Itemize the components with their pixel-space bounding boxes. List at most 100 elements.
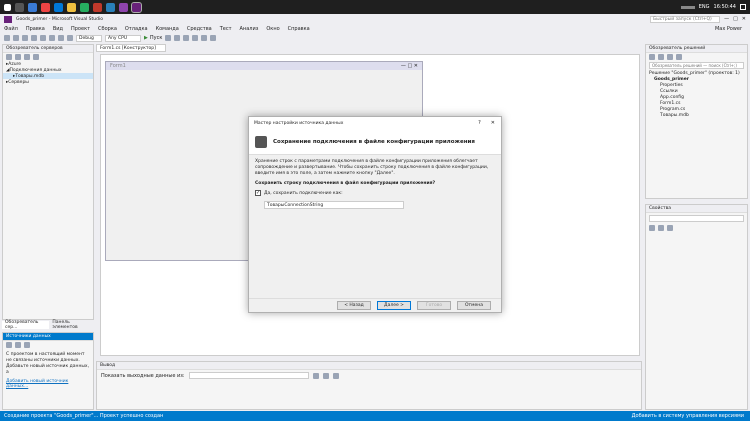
quick-launch-input[interactable]: Быстрый запуск (Ctrl+Q) [650,15,721,23]
user-name[interactable]: Max Power [711,26,750,32]
menu-debug[interactable]: Отладка [121,26,152,32]
refresh-source-icon[interactable] [24,342,30,348]
save-all-icon[interactable] [49,35,55,41]
app-icon[interactable] [93,2,102,12]
source-control-button[interactable]: Добавить в систему управления версиями [632,413,750,419]
explorer-icon[interactable] [67,2,76,12]
menu-bar: Файл Правка Вид Проект Сборка Отладка Ко… [0,24,750,33]
cancel-button[interactable]: Отмена [457,301,491,310]
output-source-select[interactable] [188,372,309,379]
alphabetical-icon[interactable] [658,225,664,231]
menu-project[interactable]: Проект [67,26,94,32]
app2-icon[interactable] [106,2,115,12]
opera-icon[interactable] [41,2,50,12]
data-sources-title: Источники данных [3,333,93,341]
connection-name-input[interactable]: ТоварыConnectionString [264,201,404,209]
back-button[interactable]: < Назад [337,301,371,310]
forward-nav-icon[interactable] [13,35,19,41]
solution-search-input[interactable]: Обозреватель решений — поиск (Ctrl+;) [649,62,744,69]
lang-indicator[interactable]: ENG [699,4,710,10]
store-icon[interactable] [80,2,89,12]
properties-view-icon[interactable] [667,225,673,231]
close-button[interactable]: ✕ [742,16,746,22]
status-bar: Создание проекта "Goods_primer"... Проек… [0,411,750,421]
output-title: Вывод [97,362,641,370]
menu-analyze[interactable]: Анализ [236,26,263,32]
connect-server-icon[interactable] [33,54,39,60]
save-icon[interactable] [40,35,46,41]
checkbox-icon[interactable]: ✓ [255,190,261,196]
menu-window[interactable]: Окно [262,26,283,32]
properties-panel: Свойства [645,204,748,410]
tool-icon-2[interactable] [174,35,181,41]
goods-mdb-item[interactable]: Товары.mdb [646,112,747,118]
tab-toolbox[interactable]: Панель элементов [49,320,94,330]
menu-test[interactable]: Тест [216,26,236,32]
action-center-icon[interactable] [740,4,746,10]
tool-icon-5[interactable] [201,35,208,41]
edge-icon[interactable] [54,2,63,12]
back-nav-icon[interactable] [4,35,10,41]
finish-button[interactable]: Готово [417,301,451,310]
open-icon[interactable] [31,35,37,41]
minimize-button[interactable]: — [724,16,729,22]
menu-file[interactable]: Файл [0,26,22,32]
dialog-header: Сохранение подключения в файле конфигура… [249,129,501,155]
app3-icon[interactable] [119,2,128,12]
window-title: Goods_primer - Microsoft Visual Studio [16,16,103,22]
menu-team[interactable]: Команда [152,26,183,32]
properties-object-select[interactable] [649,215,744,222]
visual-studio-icon[interactable] [131,1,142,13]
server-explorer-panel: Обозреватель серверов ▸ Azure ◢ Подключе… [2,44,94,320]
platform-select[interactable]: Any CPU [105,34,141,42]
dialog-help-button[interactable]: ? [478,120,491,126]
start-icon[interactable] [4,3,11,11]
properties-icon[interactable] [676,54,682,60]
sync-icon[interactable] [658,54,664,60]
collapse-icon[interactable] [667,54,673,60]
start-button[interactable]: ▶ Пуск [144,35,162,41]
connect-db-icon[interactable] [24,54,30,60]
task-view-icon[interactable] [28,2,37,12]
solution-item[interactable]: Решение "Goods_primer" (проектов: 1) [646,70,747,76]
add-source-icon[interactable] [6,342,12,348]
dialog-close-button[interactable]: ✕ [491,120,501,126]
config-select[interactable]: Debug [76,34,102,42]
refresh-icon[interactable] [6,54,12,60]
notification-icons[interactable] [680,5,695,9]
undo-icon[interactable] [58,35,64,41]
edit-source-icon[interactable] [15,342,21,348]
tab-form1-designer[interactable]: Form1.cs [Конструктор] [96,44,166,52]
menu-edit[interactable]: Правка [22,26,49,32]
new-project-icon[interactable] [22,35,28,41]
tool-icon-1[interactable] [165,35,172,41]
add-data-source-link[interactable]: Добавить новый источник данных... [3,379,93,389]
redo-icon[interactable] [67,35,73,41]
tree-item-servers[interactable]: ▸ Серверы [3,79,93,85]
save-connection-checkbox[interactable]: ✓ Да, сохранить подключение как: [255,190,495,196]
output-tool-3[interactable] [332,372,339,379]
tab-server-explorer[interactable]: Обозреватель сер... [2,320,50,330]
dialog-description: Хранение строк с параметрами подключения… [255,159,489,176]
tool-icon-6[interactable] [210,35,217,41]
categorized-icon[interactable] [649,225,655,231]
tool-icon-4[interactable] [192,35,199,41]
next-button[interactable]: Далее > [377,301,411,310]
search-taskbar-icon[interactable] [15,2,24,12]
menu-view[interactable]: Вид [49,26,67,32]
tool-icon-3[interactable] [183,35,190,41]
properties-title: Свойства [646,205,747,213]
menu-build[interactable]: Сборка [94,26,121,32]
solution-explorer-panel: Обозреватель решений Обозреватель решени… [645,44,748,199]
home-icon[interactable] [649,54,655,60]
clock[interactable]: 16:50:44 [714,4,736,10]
output-tool-2[interactable] [322,372,329,379]
stop-icon[interactable] [15,54,21,60]
solution-explorer-title: Обозреватель решений [646,45,747,53]
output-tool-1[interactable] [312,372,319,379]
play-icon: ▶ [144,35,148,41]
menu-tools[interactable]: Средства [183,26,216,32]
menu-help[interactable]: Справка [284,26,314,32]
output-panel: Вывод Показать выходные данные из: [96,361,642,410]
maximize-button[interactable]: □ [733,16,738,22]
